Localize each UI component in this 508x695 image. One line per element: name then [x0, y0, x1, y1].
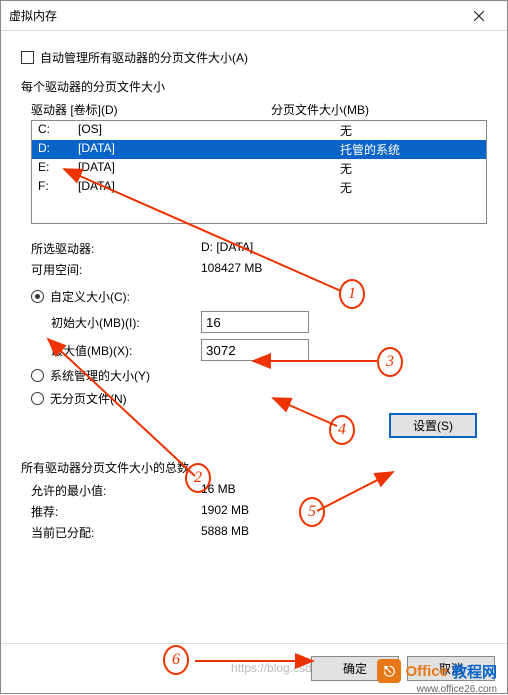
- drive-label: [OS]: [78, 122, 340, 139]
- annotation-circle-6: 6: [163, 645, 189, 675]
- cur-value: 5888 MB: [201, 524, 249, 541]
- radio-icon: [31, 392, 44, 405]
- auto-manage-checkbox[interactable]: 自动管理所有驱动器的分页文件大小(A): [21, 49, 487, 66]
- drive-row[interactable]: C: [OS] 无: [32, 121, 486, 140]
- drive-label: [DATA]: [78, 141, 340, 158]
- annotation-circle-2: 2: [185, 463, 211, 493]
- each-drive-label: 每个驱动器的分页文件大小: [21, 78, 487, 95]
- titlebar: 虚拟内存: [1, 1, 507, 31]
- annotation-circle-3: 3: [377, 347, 403, 377]
- drive-row[interactable]: F: [DATA] 无: [32, 178, 486, 197]
- no-paging-radio[interactable]: 无分页文件(N): [31, 390, 487, 407]
- drive-size: 无: [340, 179, 480, 196]
- radio-icon: [31, 290, 44, 303]
- drive-size: 无: [340, 122, 480, 139]
- cancel-button[interactable]: 取消: [407, 656, 495, 681]
- drive-row[interactable]: D: [DATA] 托管的系统: [32, 140, 486, 159]
- drive-letter: D:: [38, 141, 78, 158]
- no-paging-label: 无分页文件(N): [50, 390, 127, 407]
- custom-size-radio[interactable]: 自定义大小(C):: [31, 288, 487, 305]
- max-size-label: 最大值(MB)(X):: [51, 342, 201, 359]
- drive-list[interactable]: C: [OS] 无 D: [DATA] 托管的系统 E: [DATA] 无 F:…: [31, 120, 487, 224]
- totals-label: 所有驱动器分页文件大小的总数: [21, 459, 487, 476]
- drive-size: 无: [340, 160, 480, 177]
- faint-watermark-text: https://blog.csd: [231, 661, 312, 675]
- drive-row[interactable]: E: [DATA] 无: [32, 159, 486, 178]
- annotation-circle-1: 1: [339, 279, 365, 309]
- selected-drive-label: 所选驱动器:: [31, 240, 201, 257]
- checkbox-icon: [21, 51, 34, 64]
- annotation-circle-5: 5: [299, 497, 325, 527]
- header-drive: 驱动器 [卷标](D): [31, 101, 271, 118]
- drive-letter: E:: [38, 160, 78, 177]
- rec-value: 1902 MB: [201, 503, 249, 520]
- auto-manage-label: 自动管理所有驱动器的分页文件大小(A): [40, 49, 248, 66]
- min-label: 允许的最小值:: [31, 482, 201, 499]
- close-icon: [474, 11, 484, 21]
- ok-button[interactable]: 确定: [311, 656, 399, 681]
- header-size: 分页文件大小(MB): [271, 101, 369, 118]
- set-button[interactable]: 设置(S): [389, 413, 477, 438]
- watermark-url: www.office26.com: [417, 684, 497, 695]
- drive-letter: F:: [38, 179, 78, 196]
- initial-size-input[interactable]: [201, 311, 309, 333]
- drive-label: [DATA]: [78, 160, 340, 177]
- cur-label: 当前已分配:: [31, 524, 201, 541]
- system-managed-label: 系统管理的大小(Y): [50, 367, 150, 384]
- dialog-content: 自动管理所有驱动器的分页文件大小(A) 每个驱动器的分页文件大小 驱动器 [卷标…: [1, 31, 507, 595]
- free-space-label: 可用空间:: [31, 261, 201, 278]
- initial-size-label: 初始大小(MB)(I):: [51, 314, 201, 331]
- drive-letter: C:: [38, 122, 78, 139]
- max-size-input[interactable]: [201, 339, 309, 361]
- system-managed-radio[interactable]: 系统管理的大小(Y): [31, 367, 487, 384]
- radio-icon: [31, 369, 44, 382]
- drive-list-header: 驱动器 [卷标](D) 分页文件大小(MB): [31, 101, 487, 118]
- window-title: 虚拟内存: [9, 7, 459, 24]
- selected-drive-value: D: [DATA]: [201, 240, 253, 257]
- free-space-value: 108427 MB: [201, 261, 262, 278]
- rec-label: 推荐:: [31, 503, 201, 520]
- annotation-circle-4: 4: [329, 415, 355, 445]
- custom-size-label: 自定义大小(C):: [50, 288, 130, 305]
- drive-label: [DATA]: [78, 179, 340, 196]
- drive-size: 托管的系统: [340, 141, 480, 158]
- close-button[interactable]: [459, 1, 499, 31]
